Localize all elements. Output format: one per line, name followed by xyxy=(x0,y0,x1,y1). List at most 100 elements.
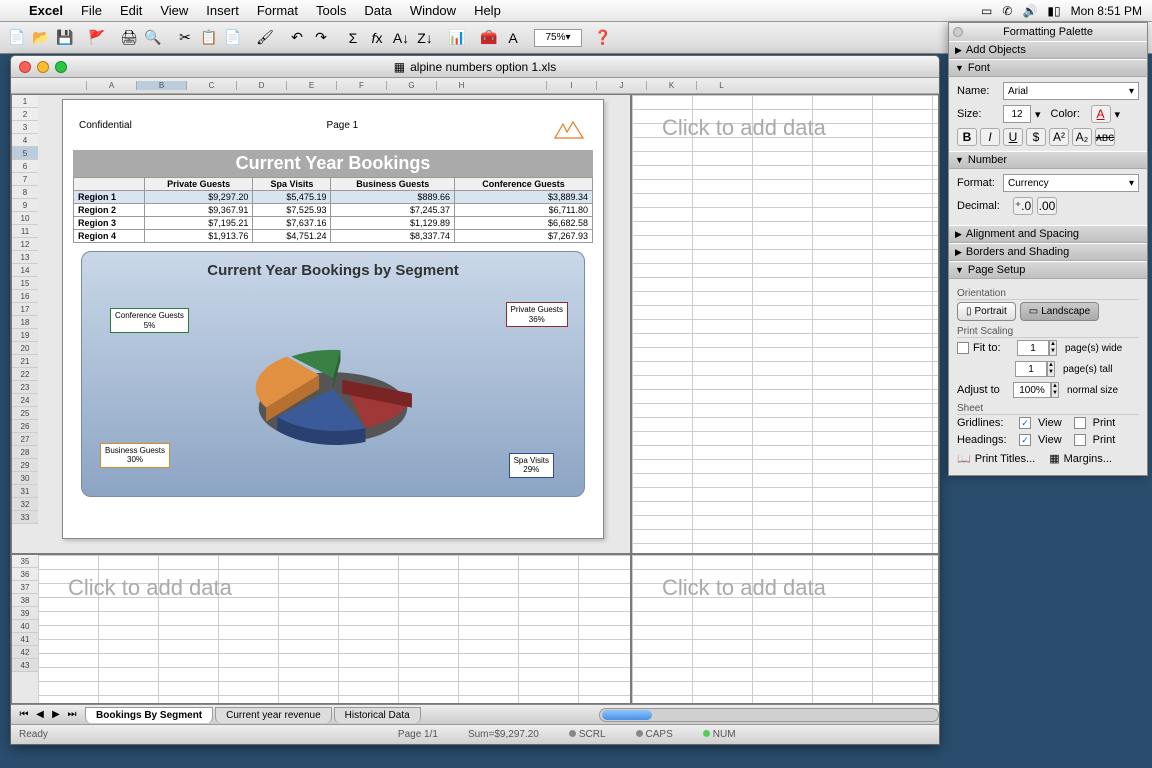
chart-icon[interactable]: 📊 xyxy=(446,27,468,49)
strike-button[interactable]: ᴀʙᴄ xyxy=(1095,128,1115,146)
menu-file[interactable]: File xyxy=(72,3,111,18)
increase-decimal-icon[interactable]: ⁺.0 xyxy=(1013,197,1033,215)
underline-button[interactable]: U xyxy=(1003,128,1023,146)
table-row: Region 3$7,195.21$7,637.16$1,129.89$6,68… xyxy=(74,217,593,230)
headings-view-checkbox[interactable]: ✓ xyxy=(1019,434,1031,446)
italic-button[interactable]: I xyxy=(980,128,1000,146)
section-number[interactable]: ▼Number xyxy=(949,151,1147,169)
section-add-objects[interactable]: ▶Add Objects xyxy=(949,41,1147,59)
print-icon[interactable]: 🖨 xyxy=(118,27,140,49)
palette-close-icon[interactable] xyxy=(953,27,963,37)
portrait-button[interactable]: ▯ Portrait xyxy=(957,302,1016,321)
pie-chart[interactable]: Current Year Bookings by Segment xyxy=(81,251,585,497)
placeholder[interactable]: Click to add data xyxy=(662,115,826,141)
sort-asc-icon[interactable]: A↓ xyxy=(390,27,412,49)
open-icon[interactable]: 📂 xyxy=(30,27,52,49)
section-page-setup[interactable]: ▼Page Setup xyxy=(949,261,1147,279)
menu-format[interactable]: Format xyxy=(248,3,307,18)
menu-insert[interactable]: Insert xyxy=(197,3,248,18)
pane-top-right[interactable]: Click to add data xyxy=(631,94,939,554)
section-alignment[interactable]: ▶Alignment and Spacing xyxy=(949,225,1147,243)
redo-icon[interactable]: ↷ xyxy=(310,27,332,49)
cut-icon[interactable]: ✂ xyxy=(174,27,196,49)
pane-bottom-left[interactable]: 353637383940414243 Click to add data xyxy=(11,554,631,704)
menu-tools[interactable]: Tools xyxy=(307,3,355,18)
save-icon[interactable]: 💾 xyxy=(54,27,76,49)
pages-tall-input[interactable] xyxy=(1015,361,1047,377)
menu-view[interactable]: View xyxy=(151,3,197,18)
clock[interactable]: Mon 8:51 PM xyxy=(1071,4,1142,18)
landscape-button[interactable]: ▭ Landscape xyxy=(1020,302,1099,321)
sheet-tab[interactable]: Current year revenue xyxy=(215,707,332,723)
formatting-palette[interactable]: Formatting Palette ▶Add Objects ▼Font Na… xyxy=(948,22,1148,476)
flag-icon[interactable]: 🚩 xyxy=(86,27,108,49)
zoom-button[interactable] xyxy=(55,61,67,73)
sheet-tab[interactable]: Historical Data xyxy=(334,707,421,723)
margins-button[interactable]: Margins... xyxy=(1064,453,1112,465)
function-icon[interactable]: fx xyxy=(366,27,388,49)
titlebar[interactable]: ▦alpine numbers option 1.xls xyxy=(11,56,939,78)
app-name[interactable]: Excel xyxy=(20,3,72,18)
bold-button[interactable]: B xyxy=(957,128,977,146)
row-headers[interactable]: 12345678910 11121314151617181920 2122232… xyxy=(12,95,38,524)
adjust-input[interactable] xyxy=(1013,382,1051,398)
display-icon[interactable]: ▭ xyxy=(981,4,992,18)
preview-icon[interactable]: 🔍 xyxy=(142,27,164,49)
status-caps: CAPS xyxy=(646,729,673,740)
toolbox-icon[interactable]: 🧰 xyxy=(478,27,500,49)
font-name-select[interactable]: Arial▾ xyxy=(1003,82,1139,100)
battery-icon[interactable]: ▮▯ xyxy=(1047,4,1060,18)
currency-button[interactable]: $ xyxy=(1026,128,1046,146)
next-sheet-icon[interactable]: ▶ xyxy=(49,709,63,720)
section-font[interactable]: ▼Font xyxy=(949,59,1147,77)
prev-sheet-icon[interactable]: ◀ xyxy=(33,709,47,720)
undo-icon[interactable]: ↶ xyxy=(286,27,308,49)
placeholder[interactable]: Click to add data xyxy=(68,575,232,601)
volume-icon[interactable]: 🔊 xyxy=(1022,4,1037,18)
last-sheet-icon[interactable]: ⏭ xyxy=(65,709,79,720)
superscript-button[interactable]: A² xyxy=(1049,128,1069,146)
headings-print-checkbox[interactable] xyxy=(1074,434,1086,446)
phone-icon[interactable]: ✆ xyxy=(1002,4,1012,18)
print-titles-button[interactable]: Print Titles... xyxy=(975,453,1036,465)
palette-titlebar[interactable]: Formatting Palette xyxy=(949,23,1147,41)
gridlines-print-checkbox[interactable] xyxy=(1074,417,1086,429)
menu-window[interactable]: Window xyxy=(401,3,465,18)
new-icon[interactable]: 📄 xyxy=(6,27,28,49)
placeholder[interactable]: Click to add data xyxy=(662,575,826,601)
zoom-select[interactable]: 75% ▾ xyxy=(534,29,582,47)
column-ruler[interactable]: ABCDEFGH IJKL xyxy=(11,78,939,94)
chart-label-business: Business Guests30% xyxy=(100,443,170,468)
menu-data[interactable]: Data xyxy=(355,3,400,18)
subscript-button[interactable]: A₂ xyxy=(1072,128,1092,146)
close-button[interactable] xyxy=(19,61,31,73)
number-format-select[interactable]: Currency▾ xyxy=(1003,174,1139,192)
pane-bottom-right[interactable]: Click to add data xyxy=(631,554,939,704)
copy-icon[interactable]: 📋 xyxy=(198,27,220,49)
text-icon[interactable]: A xyxy=(502,27,524,49)
font-size-input[interactable] xyxy=(1003,105,1031,123)
font-color-icon[interactable]: A xyxy=(1091,105,1111,123)
menu-edit[interactable]: Edit xyxy=(111,3,151,18)
help-icon[interactable]: ❓ xyxy=(592,27,614,49)
first-sheet-icon[interactable]: ⏮ xyxy=(17,709,31,720)
paste-icon[interactable]: 📄 xyxy=(222,27,244,49)
section-borders[interactable]: ▶Borders and Shading xyxy=(949,243,1147,261)
data-table[interactable]: Private GuestsSpa VisitsBusiness GuestsC… xyxy=(73,177,593,243)
pane-top-left[interactable]: 12345678910 11121314151617181920 2122232… xyxy=(11,94,631,554)
format-painter-icon[interactable]: 🖌 xyxy=(254,27,276,49)
horizontal-scrollbar[interactable] xyxy=(599,708,939,722)
sheet-tab-active[interactable]: Bookings By Segment xyxy=(85,707,213,723)
autosum-icon[interactable]: Σ xyxy=(342,27,364,49)
doc-icon: ▦ xyxy=(394,60,405,74)
sort-desc-icon[interactable]: Z↓ xyxy=(414,27,436,49)
menu-help[interactable]: Help xyxy=(465,3,510,18)
fit-to-checkbox[interactable] xyxy=(957,342,969,354)
table-row: Region 4$1,913.76$4,751.24$8,337.74$7,26… xyxy=(74,230,593,243)
status-scrl: SCRL xyxy=(579,729,606,740)
minimize-button[interactable] xyxy=(37,61,49,73)
status-ready: Ready xyxy=(19,729,48,740)
pages-wide-input[interactable] xyxy=(1017,340,1049,356)
decrease-decimal-icon[interactable]: .00 xyxy=(1037,197,1057,215)
gridlines-view-checkbox[interactable]: ✓ xyxy=(1019,417,1031,429)
